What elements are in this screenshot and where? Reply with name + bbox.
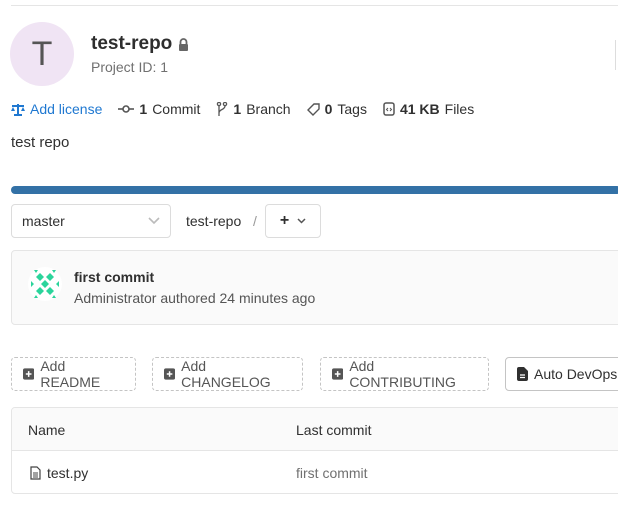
column-header-name: Name — [28, 422, 66, 438]
commit-author-line: Administrator authored 24 minutes ago — [74, 290, 316, 306]
repository-languages-bar[interactable] — [11, 186, 618, 194]
project-description: test repo — [11, 134, 70, 151]
branch-icon — [217, 102, 228, 116]
table-header: Name Last commit — [12, 408, 618, 451]
file-tree-table: Name Last commit test.py first commit — [11, 407, 618, 494]
plus-square-icon — [23, 368, 35, 380]
branches-link[interactable]: 1 Branch — [216, 101, 291, 117]
lock-icon — [179, 37, 189, 51]
doc-icon — [517, 367, 528, 381]
commit-icon — [118, 105, 135, 113]
add-readme-label: Add README — [40, 358, 101, 390]
commit-message[interactable]: first commit — [74, 269, 154, 285]
commits-count: 1 — [139, 101, 148, 117]
last-commit-panel — [11, 250, 618, 325]
add-changelog-label: Add CHANGELOG — [181, 358, 271, 390]
commits-label: Commit — [152, 101, 201, 117]
file-link[interactable]: test.py — [30, 465, 88, 481]
files-link[interactable]: 41 KB Files — [383, 101, 474, 117]
auto-devops-label: Auto DevOps — [534, 366, 618, 382]
file-name: test.py — [47, 465, 89, 481]
files-size: 41 KB — [399, 101, 440, 117]
auto-devops-button[interactable]: Auto DevOps — [505, 357, 618, 391]
commits-link[interactable]: 1 Commit — [118, 101, 200, 117]
tags-link[interactable]: 0 Tags — [306, 101, 367, 117]
plus-square-icon — [164, 368, 176, 380]
add-license-label: Add license — [30, 101, 103, 117]
files-label: Files — [444, 101, 475, 117]
breadcrumb[interactable]: test-repo — [186, 213, 241, 229]
file-last-commit[interactable]: first commit — [296, 465, 368, 481]
add-contributing-label: Add CONTRIBUTING — [349, 358, 456, 390]
author-identicon[interactable] — [28, 267, 62, 301]
project-title: test-repo — [91, 33, 189, 55]
branches-count: 1 — [233, 101, 242, 117]
project-avatar: T — [10, 22, 74, 86]
chevron-down-icon — [297, 218, 306, 224]
scale-icon — [11, 103, 25, 116]
column-header-last-commit: Last commit — [296, 422, 372, 438]
divider — [11, 5, 618, 6]
breadcrumb-separator: / — [253, 213, 257, 229]
project-id: Project ID: 1 — [91, 59, 169, 75]
project-stats: Add license 1 Commit 1 Branch 0 Tags 41 KB F… — [11, 101, 474, 117]
project-name[interactable]: test-repo — [91, 33, 172, 55]
tags-label: Tags — [337, 101, 367, 117]
table-row[interactable]: test.py first commit — [12, 451, 618, 493]
add-contributing-button[interactable]: Add CONTRIBUTING — [320, 357, 489, 391]
plus-icon: + — [279, 212, 290, 229]
branch-select-value: master — [22, 213, 65, 229]
branch-select[interactable]: master — [11, 204, 171, 238]
chevron-down-icon — [148, 217, 160, 225]
plus-square-icon — [332, 368, 344, 380]
file-code-icon — [383, 102, 395, 116]
add-changelog-button[interactable]: Add CHANGELOG — [152, 357, 303, 391]
add-readme-button[interactable]: Add README — [11, 357, 136, 391]
branches-label: Branch — [246, 101, 291, 117]
tag-icon — [306, 102, 320, 116]
add-to-tree-dropdown[interactable]: + — [265, 204, 321, 238]
tags-count: 0 — [324, 101, 333, 117]
file-icon — [30, 466, 41, 480]
add-license-link[interactable]: Add license — [11, 101, 102, 117]
